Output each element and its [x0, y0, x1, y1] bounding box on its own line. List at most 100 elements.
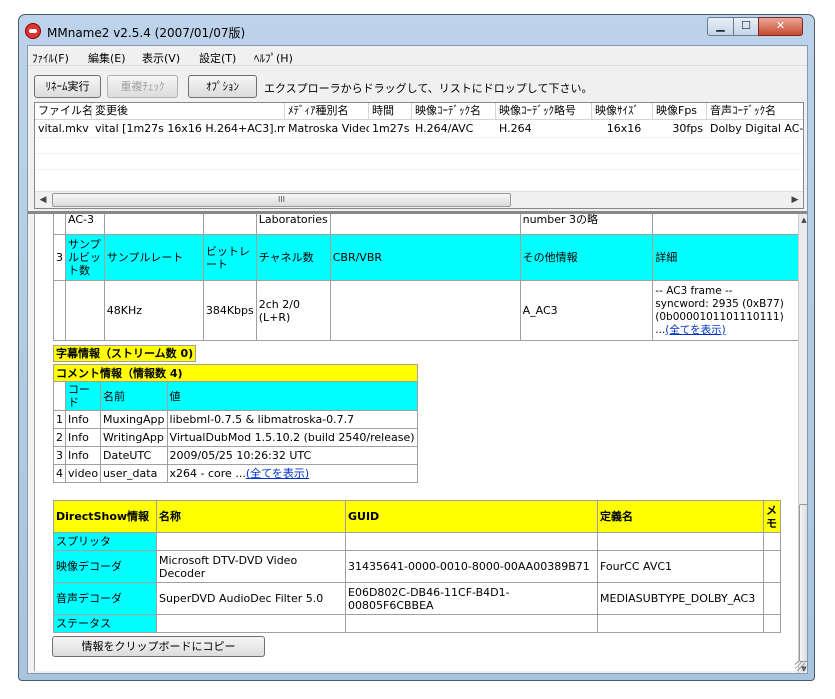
show-all-link[interactable]: (全てを表示) [246, 467, 309, 480]
column-header-video-codec[interactable]: 映像ｺｰﾃﾞｯｸ名 [412, 103, 496, 120]
file-list[interactable]: ファイル名 変更後 ﾒﾃﾞｨｱ種別名 時間 映像ｺｰﾃﾞｯｸ名 映像ｺｰﾃﾞｯｸ… [34, 102, 804, 209]
comment-value: x264 - core ...(全てを表示) [166, 464, 418, 483]
audio-header-channels: チャネル数 [255, 234, 331, 281]
window-title: MMname2 v2.5.4 (2007/01/07版) [47, 26, 246, 40]
audio-bitrate-value: 384Kbps [202, 280, 257, 341]
cell-video-fps: 30fps [672, 122, 703, 135]
comment-col-value: 値 [166, 381, 418, 411]
audio-header-rate: サンプルレート [103, 234, 204, 281]
cell-new-name: vital [1m27s 16x16 H.264+AC3].mkv [95, 122, 285, 135]
cell-video-codec: H.264/AVC [415, 122, 474, 135]
hscroll-thumb[interactable]: III [52, 193, 511, 207]
audio-header-detail: 詳細 [652, 234, 798, 281]
info-panel-vscrollbar[interactable]: ▲ ▼ [798, 214, 807, 673]
directshow-col-name: 名称 [156, 500, 346, 533]
column-header-audio-codec[interactable]: 音声ｺｰﾃﾞｯｸ名 [707, 103, 803, 120]
directshow-name [156, 614, 346, 633]
menu-help[interactable]: ﾍﾙﾌﾟ(H) [254, 50, 293, 66]
directshow-row: スプリッタ [53, 532, 781, 551]
audio-codec-note: number 3の略 [519, 214, 654, 235]
app-icon[interactable] [25, 23, 41, 39]
comment-row: 1 Info MuxingApp libebml-0.7.5 & libmatr… [53, 410, 418, 429]
audio-channels-value: 2ch 2/0 (L+R) [255, 280, 331, 341]
directshow-col-def: 定義名 [597, 500, 764, 533]
comment-name: DateUTC [100, 446, 168, 465]
directshow-row: 音声デコーダ SuperDVD AudioDec Filter 5.0 E06D… [53, 582, 781, 615]
show-all-link[interactable]: (全てを表示) [665, 324, 725, 336]
minimize-button[interactable]: ▁ [707, 17, 734, 36]
duplicate-check-button[interactable]: 重複ﾁｪｯｸ [107, 75, 178, 98]
comment-name: user_data [100, 464, 168, 483]
directshow-col-guid: GUID [345, 500, 598, 533]
directshow-label: 音声デコーダ [53, 582, 157, 615]
audio-detail-more: ... [655, 323, 666, 336]
column-header-video-size[interactable]: 映像ｻｲｽﾞ [592, 103, 653, 120]
column-header-media-type[interactable]: ﾒﾃﾞｨｱ種別名 [285, 103, 369, 120]
directshow-name: SuperDVD AudioDec Filter 5.0 [156, 582, 346, 615]
column-header-filename[interactable]: ファイル名 [35, 103, 92, 120]
resize-grip-icon[interactable] [795, 661, 805, 671]
scroll-up-icon[interactable]: ▲ [799, 216, 807, 224]
menu-file[interactable]: ﾌｧｲﾙ(F) [32, 50, 69, 66]
audio-index: 3 [53, 234, 66, 281]
menu-view[interactable]: 表示(V) [142, 50, 180, 66]
directshow-col-memo: メモ [763, 500, 781, 533]
comment-name: WritingApp [100, 428, 168, 447]
cell-video-codec-short: H.264 [499, 122, 532, 135]
options-button[interactable]: ｵﾌﾟｼｮﾝ [188, 75, 257, 98]
scroll-left-icon[interactable]: ◀ [35, 192, 51, 208]
vscroll-thumb[interactable] [799, 504, 807, 662]
file-list-hscrollbar[interactable]: ◀ III ▶ [35, 191, 803, 208]
info-panel: AC-3 Laboratories number 3の略 3 サンプルビット数 … [34, 214, 798, 671]
directshow-def [597, 532, 764, 551]
comment-row: 3 Info DateUTC 2009/05/25 10:26:32 UTC [53, 446, 418, 465]
menu-edit[interactable]: 編集(E) [88, 50, 126, 66]
audio-detail-value: -- AC3 frame -- syncword: 2935 (0xB77) (… [652, 280, 798, 341]
comment-value: VirtualDubMod 1.5.10.2 (build 2540/relea… [166, 428, 418, 447]
comment-value: 2009/05/25 10:26:32 UTC [166, 446, 418, 465]
drop-hint-text: エクスプローラからドラッグして、リストにドロップして下さい。 [264, 82, 593, 95]
comment-col-code: コード [64, 381, 102, 411]
subtitle-info-header: 字幕情報（ストリーム数 0) [53, 345, 197, 362]
directshow-name [156, 532, 346, 551]
maximize-button[interactable]: ☐ [733, 17, 759, 36]
comment-value-text: x264 - core ... [169, 467, 246, 480]
comment-name: MuxingApp [100, 410, 168, 429]
directshow-table: DirectShow情報 名称 GUID 定義名 メモ スプリッタ 映像デコーダ… [53, 500, 781, 633]
audio-rate-value: 48KHz [103, 280, 204, 341]
grid-line [35, 153, 803, 154]
audio-other-value: A_AC3 [519, 280, 654, 341]
menu-settings[interactable]: 設定(T) [199, 50, 236, 66]
close-button[interactable]: ✕ [758, 17, 803, 36]
grid-line [35, 137, 803, 138]
directshow-def: MEDIASUBTYPE_DOLBY_AC3 [597, 582, 764, 615]
comment-info-header: コメント情報（情報数 4) [53, 364, 418, 382]
column-header-video-fps[interactable]: 映像Fps [653, 103, 707, 120]
rename-button[interactable]: ﾘﾈｰﾑ実行 [34, 75, 101, 98]
column-header-video-codec-short[interactable]: 映像ｺｰﾃﾞｯｸ略号 [496, 103, 592, 120]
audio-header-cbr: CBR/VBR [329, 234, 521, 281]
comment-code: Info [64, 410, 102, 429]
directshow-guid: 31435641-0000-0010-8000-00AA00389B71 [345, 550, 598, 583]
directshow-label: 映像デコーダ [53, 550, 157, 583]
column-header-new-name[interactable]: 変更後 [92, 103, 285, 120]
file-list-row[interactable]: vital.mkv vital [1m27s 16x16 H.264+AC3].… [35, 121, 803, 137]
menu-bar: ﾌｧｲﾙ(F) 編集(E) 表示(V) 設定(T) ﾍﾙﾌﾟ(H) [28, 46, 807, 66]
column-header-duration[interactable]: 時間 [369, 103, 412, 120]
directshow-name: Microsoft DTV-DVD Video Decoder [156, 550, 346, 583]
copy-to-clipboard-button[interactable]: 情報をクリップボードにコピー [52, 636, 265, 657]
directshow-row: ステータス [53, 614, 781, 633]
directshow-header: DirectShow情報 [53, 500, 157, 533]
audio-detail-line: -- AC3 frame -- [655, 284, 733, 297]
audio-cbr-value [329, 280, 521, 341]
audio-stream-table: AC-3 Laboratories number 3の略 3 サンプルビット数 … [53, 214, 798, 341]
directshow-def: FourCC AVC1 [597, 550, 764, 583]
scroll-right-icon[interactable]: ▶ [787, 192, 803, 208]
comment-code: Info [64, 446, 102, 465]
title-bar[interactable]: MMname2 v2.5.4 (2007/01/07版) ▁ ☐ ✕ [19, 15, 814, 45]
app-window: MMname2 v2.5.4 (2007/01/07版) ▁ ☐ ✕ ﾌｧｲﾙ(… [18, 14, 815, 681]
comment-value: libebml-0.7.5 & libmatroska-0.7.7 [166, 410, 418, 429]
audio-vendor: Laboratories [255, 214, 331, 235]
comment-index: 2 [53, 428, 66, 447]
cell-audio-codec: Dolby Digital AC-3 [710, 122, 804, 135]
